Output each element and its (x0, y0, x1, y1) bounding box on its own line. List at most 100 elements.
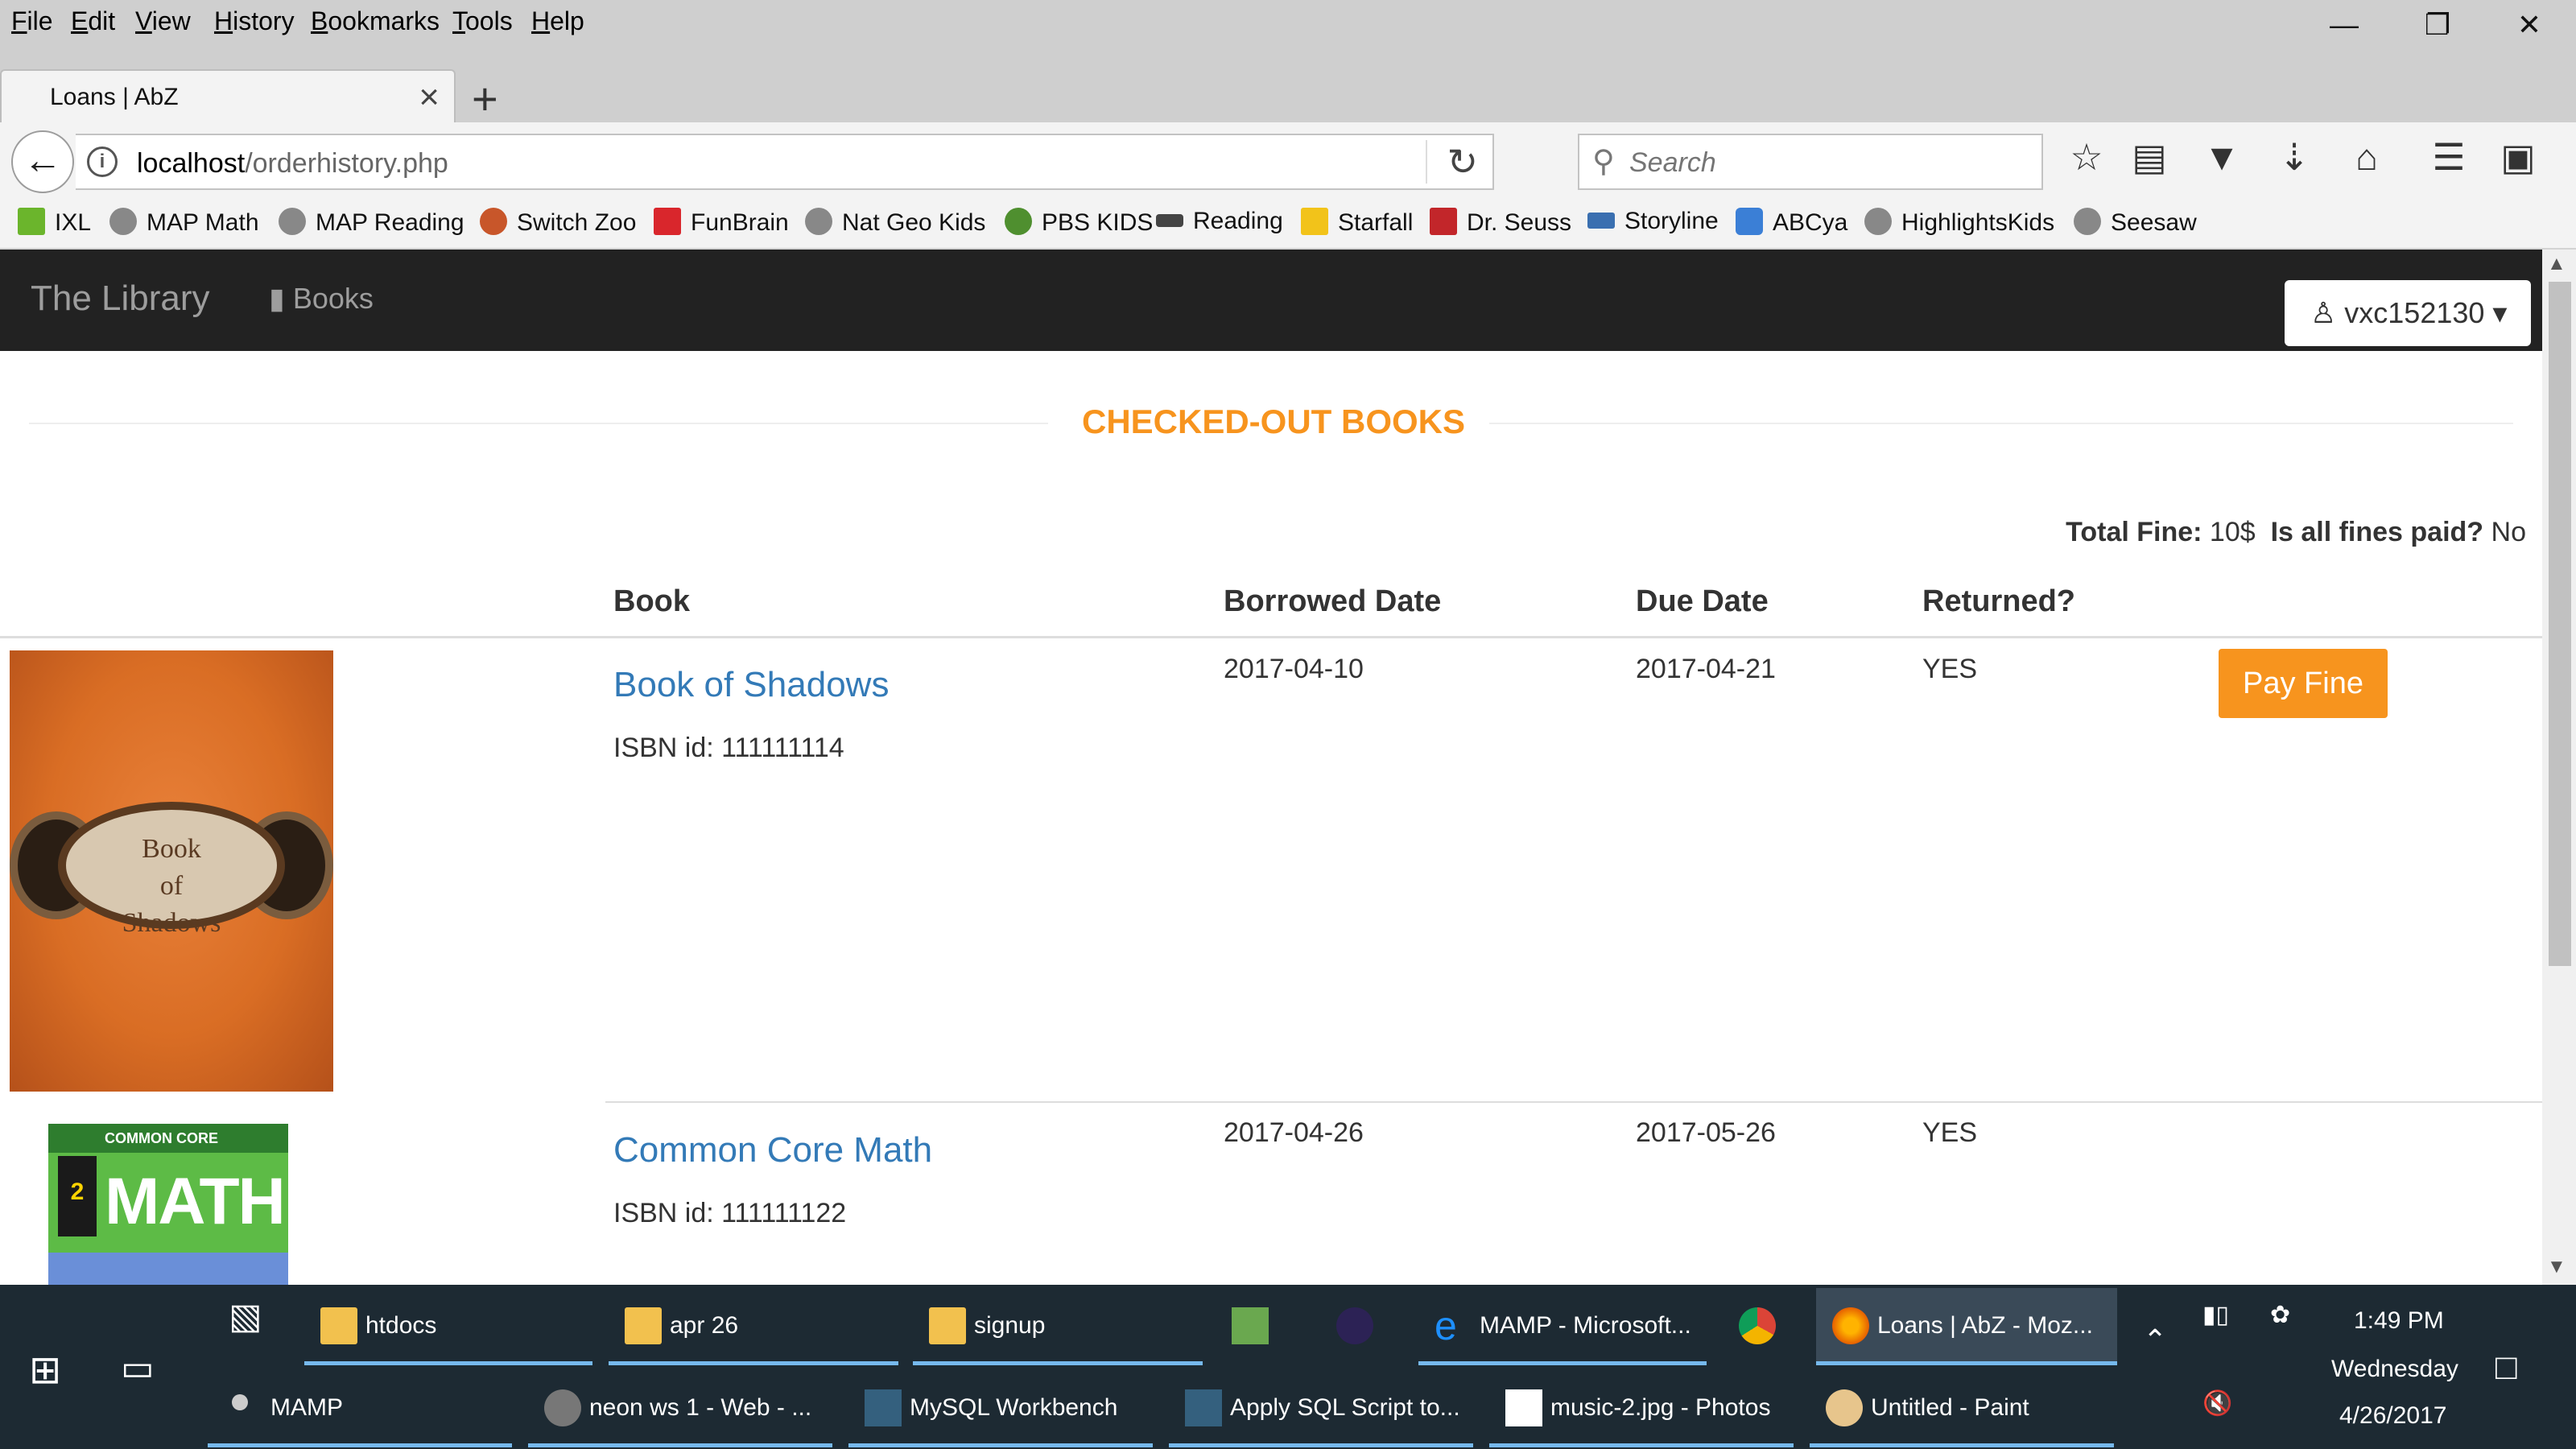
bookmark-map-math[interactable]: MAP Math (109, 208, 259, 237)
tab-title: Loans | AbZ (50, 84, 179, 110)
bookmark-dr-seuss[interactable]: Dr. Seuss (1430, 208, 1571, 237)
book-title-link[interactable]: Book of Shadows (613, 665, 889, 705)
star-icon[interactable]: ☆ (2061, 135, 2112, 179)
reload-icon[interactable]: ↻ (1426, 140, 1478, 184)
taskbar-apr-26[interactable]: apr 26 (609, 1288, 898, 1365)
search-input[interactable] (1629, 143, 2016, 182)
user-dropdown-button[interactable]: ♙ vxc152130 ▾ (2285, 280, 2531, 346)
taskbar-firefox[interactable]: Loans | AbZ - Moz... (1816, 1288, 2117, 1365)
bookmark-storyline[interactable]: Storyline (1587, 208, 1719, 235)
home-icon[interactable]: ⌂ (2341, 135, 2392, 179)
reading-list-icon[interactable]: ▤ (2124, 135, 2175, 179)
bookmark-label: Reading (1193, 208, 1283, 234)
windows-start-icon[interactable]: ⊞ (29, 1348, 61, 1393)
menu-help[interactable]: Help (531, 6, 584, 36)
taskbar-paint[interactable]: Untitled - Paint (1810, 1370, 2114, 1447)
extension-icon[interactable]: ▣ (2492, 135, 2544, 179)
close-tab-icon[interactable]: × (419, 77, 440, 118)
running-indicator (1169, 1443, 1473, 1447)
menu-file[interactable]: File (11, 6, 53, 36)
cover-band-text: COMMON CORE (48, 1124, 288, 1153)
scroll-thumb[interactable] (2549, 282, 2571, 966)
total-fine-label: Total Fine: (2066, 517, 2202, 547)
menu-tools[interactable]: Tools (452, 6, 513, 36)
page-scrollbar[interactable]: ▲ ▼ (2542, 250, 2576, 1285)
url-bar[interactable]: i localhost/orderhistory.php ↻ (76, 134, 1494, 190)
bookmark-abcya[interactable]: ABCya (1736, 208, 1847, 237)
menu-view[interactable]: View (135, 6, 191, 36)
storyline-icon (1587, 213, 1615, 229)
wifi-icon[interactable]: ✿ (2270, 1301, 2290, 1329)
user-icon: ♙ (2310, 296, 2345, 329)
clock-day[interactable]: Wednesday (2331, 1356, 2458, 1383)
running-indicator (609, 1361, 898, 1365)
search-bar[interactable]: ⚲ (1578, 134, 2043, 190)
nav-books-link[interactable]: ▮ Books (269, 282, 374, 316)
book-title-link[interactable]: Common Core Math (613, 1130, 932, 1170)
taskbar-photos[interactable]: music-2.jpg - Photos (1489, 1370, 1794, 1447)
bookmark-label: FunBrain (691, 209, 789, 236)
notification-icon[interactable]: □ (2496, 1348, 2517, 1388)
close-window-icon[interactable]: ✕ (2505, 8, 2553, 42)
gear-icon (544, 1389, 581, 1426)
clock-date[interactable]: 4/26/2017 (2339, 1402, 2446, 1430)
taskbar-eclipse[interactable] (1320, 1288, 1409, 1365)
bookmark-ixl[interactable]: IXL (18, 208, 91, 237)
taskbar-label: Untitled - Paint (1871, 1394, 2029, 1421)
cover-title-text: MATH (105, 1165, 286, 1238)
taskbar-htdocs[interactable]: htdocs (304, 1288, 592, 1365)
pocket-icon[interactable]: ▼ (2196, 135, 2248, 179)
scroll-down-icon[interactable]: ▼ (2547, 1256, 2566, 1278)
back-arrow-icon[interactable]: ← (11, 130, 74, 193)
bookmark-switch-zoo[interactable]: Switch Zoo (480, 208, 636, 237)
chevron-up-icon[interactable]: ⌃ (2143, 1323, 2167, 1357)
bookmark-label: IXL (55, 209, 92, 236)
restore-icon[interactable]: ❐ (2413, 8, 2462, 42)
new-tab-icon[interactable]: + (472, 72, 498, 125)
bookmark-funbrain[interactable]: FunBrain (654, 208, 789, 237)
bookmark-map-reading[interactable]: MAP Reading (279, 208, 464, 237)
clock-time[interactable]: 1:49 PM (2354, 1307, 2444, 1335)
taskbar-label: MySQL Workbench (910, 1394, 1118, 1421)
download-icon[interactable]: ⇣ (2268, 135, 2320, 179)
taskbar-mamp-edge[interactable]: e MAMP - Microsoft... (1418, 1288, 1707, 1365)
bookmark-reading[interactable]: Reading (1156, 208, 1283, 235)
globe-icon (805, 208, 832, 235)
photos-icon (1505, 1389, 1542, 1426)
due-date: 2017-05-26 (1636, 1117, 1776, 1148)
url-text[interactable]: localhost/orderhistory.php (137, 148, 448, 180)
menu-bookmarks[interactable]: Bookmarks (311, 6, 440, 36)
laptop-icon[interactable]: ▧ (229, 1296, 262, 1337)
volume-muted-icon[interactable]: 🔇 (2202, 1389, 2232, 1418)
taskbar-signup[interactable]: signup (913, 1288, 1203, 1365)
bookmark-pbs-kids[interactable]: PBS KIDS (1005, 208, 1153, 237)
taskbar-image-app[interactable] (1216, 1288, 1304, 1365)
bookmark-seesaw[interactable]: Seesaw (2074, 208, 2197, 237)
tab-loans[interactable]: Loans | AbZ × (0, 69, 456, 124)
taskbar-chrome[interactable] (1723, 1288, 1808, 1365)
returned-status: YES (1922, 654, 1978, 684)
taskbar-mamp[interactable]: MAMP (208, 1370, 512, 1447)
taskbar-neon[interactable]: neon ws 1 - Web - ... (528, 1370, 832, 1447)
tab-strip: Loans | AbZ × + (0, 43, 2576, 125)
menu-edit[interactable]: Edit (71, 6, 115, 36)
battery-icon[interactable]: ▮▯ (2202, 1301, 2229, 1329)
bookmark-nat-geo-kids[interactable]: Nat Geo Kids (805, 208, 985, 237)
info-icon[interactable]: i (87, 147, 118, 177)
taskbar-mysql-workbench[interactable]: MySQL Workbench (848, 1370, 1153, 1447)
bookmark-highlightskids[interactable]: HighlightsKids (1864, 208, 2054, 237)
taskbar-apply-sql[interactable]: Apply SQL Script to... (1169, 1370, 1473, 1447)
mysql-workbench-icon (1185, 1389, 1222, 1426)
hamburger-menu-icon[interactable]: ☰ (2423, 135, 2475, 179)
section-header: CHECKED-OUT BOOKS (29, 402, 2513, 443)
bookmark-starfall[interactable]: Starfall (1301, 208, 1413, 237)
bookmark-label: Nat Geo Kids (842, 209, 986, 236)
returned-status: YES (1922, 1117, 1978, 1148)
scroll-up-icon[interactable]: ▲ (2547, 253, 2566, 275)
minimize-icon[interactable]: — (2320, 8, 2368, 42)
site-brand[interactable]: The Library (31, 279, 210, 319)
pay-fine-button[interactable]: Pay Fine (2219, 649, 2388, 718)
task-view-icon[interactable]: ▭ (121, 1348, 155, 1389)
menu-history[interactable]: History (214, 6, 295, 36)
chrome-icon (1739, 1307, 1776, 1344)
